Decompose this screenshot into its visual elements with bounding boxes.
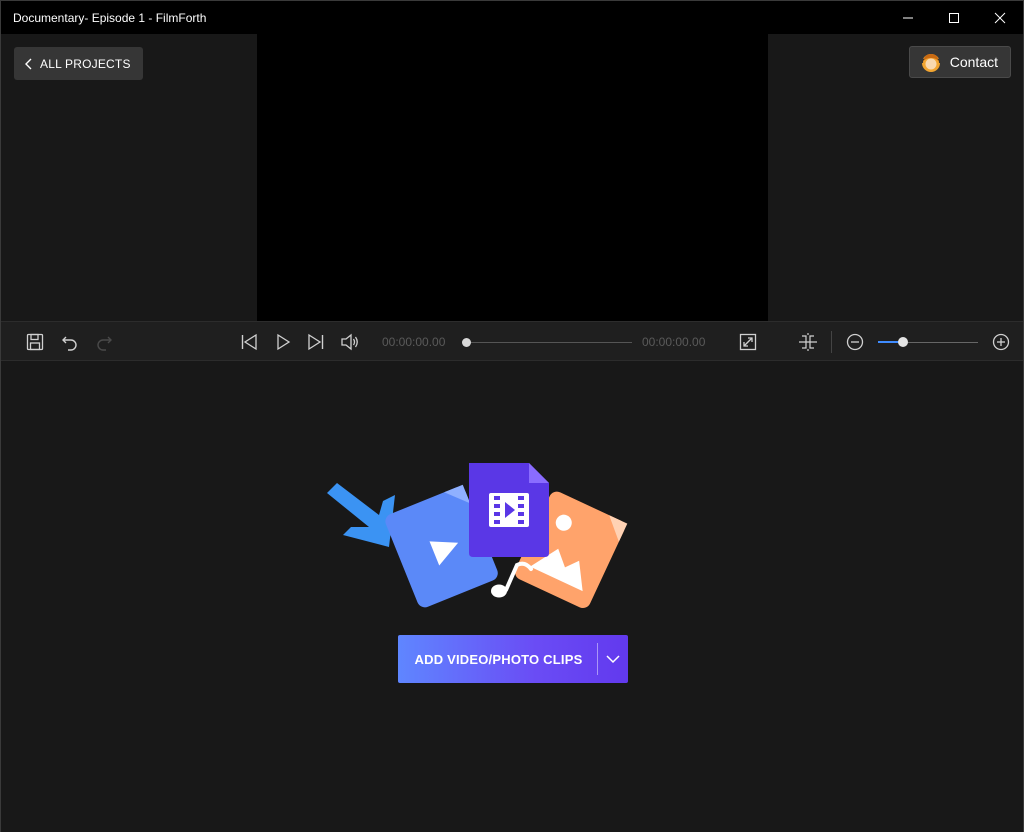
volume-button[interactable]	[340, 332, 360, 352]
undo-button[interactable]	[60, 332, 80, 352]
play-button[interactable]	[273, 332, 293, 352]
undo-icon	[62, 336, 77, 351]
add-clips-dropdown-button[interactable]	[598, 635, 628, 683]
minimize-icon	[903, 17, 913, 18]
zoom-in-icon	[992, 333, 1010, 351]
contact-button[interactable]: Contact	[908, 46, 1011, 78]
fullscreen-icon	[739, 333, 757, 351]
current-time: 00:00:00.00	[382, 335, 446, 349]
seek-bar[interactable]	[467, 342, 632, 343]
contact-label: Contact	[949, 54, 998, 70]
playback-toolbar: 00:00:00.00 00:00:00.00	[1, 321, 1023, 361]
title-bar: Documentary- Episode 1 - FilmForth	[1, 1, 1023, 34]
close-button[interactable]	[977, 1, 1023, 34]
window-title: Documentary- Episode 1 - FilmForth	[13, 10, 207, 25]
redo-button[interactable]	[94, 332, 114, 352]
zoom-slider-handle[interactable]	[898, 337, 908, 347]
play-icon	[277, 333, 291, 351]
save-button[interactable]	[25, 332, 45, 352]
maximize-icon	[949, 12, 959, 23]
redo-icon	[97, 336, 112, 351]
skip-back-icon	[241, 333, 257, 351]
fullscreen-button[interactable]	[738, 332, 758, 352]
chevron-left-icon	[25, 58, 32, 69]
close-icon	[994, 12, 1006, 23]
app-window: Documentary- Episode 1 - FilmForth ALL P…	[0, 0, 1024, 832]
zoom-out-button[interactable]	[845, 332, 865, 352]
timeline-area: ADD VIDEO/PHOTO CLIPS	[1, 361, 1023, 832]
seek-handle[interactable]	[462, 338, 471, 347]
minimize-button[interactable]	[885, 1, 931, 34]
preview-area: ALL PROJECTS Contact	[1, 34, 1023, 321]
split-button[interactable]	[798, 332, 818, 352]
chevron-down-icon	[606, 655, 620, 664]
toolbar-divider	[831, 331, 832, 353]
volume-icon	[341, 333, 358, 351]
add-clips-button[interactable]: ADD VIDEO/PHOTO CLIPS	[398, 635, 628, 683]
skip-to-end-button[interactable]	[306, 332, 326, 352]
skip-to-start-button[interactable]	[239, 332, 259, 352]
all-projects-label: ALL PROJECTS	[40, 56, 131, 71]
split-icon	[799, 333, 817, 351]
media-illustration	[327, 463, 628, 609]
save-icon	[26, 333, 44, 351]
support-avatar-icon	[921, 54, 940, 72]
zoom-in-button[interactable]	[991, 332, 1011, 352]
add-clips-label: ADD VIDEO/PHOTO CLIPS	[414, 651, 583, 667]
skip-forward-icon	[308, 333, 324, 351]
all-projects-button[interactable]: ALL PROJECTS	[14, 47, 143, 80]
video-preview-canvas	[257, 34, 768, 321]
maximize-button[interactable]	[931, 1, 977, 34]
film-file-icon	[469, 463, 549, 557]
zoom-out-icon	[846, 333, 864, 351]
arrow-icon	[327, 483, 395, 547]
total-time: 00:00:00.00	[642, 335, 706, 349]
